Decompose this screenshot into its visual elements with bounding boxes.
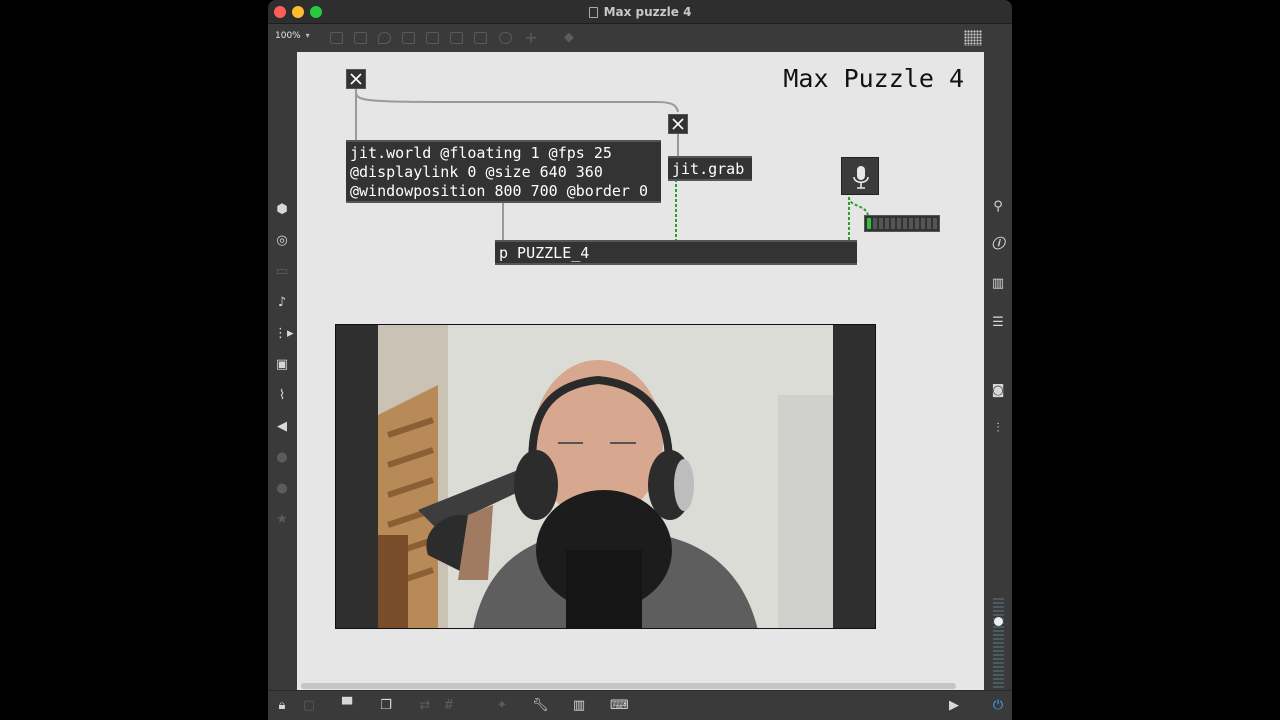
grid-icon[interactable]: #: [441, 698, 457, 714]
book-icon[interactable]: ▥: [990, 276, 1006, 292]
new-message-icon[interactable]: [354, 32, 367, 44]
new-dial-icon[interactable]: [499, 32, 512, 44]
add-object-icon[interactable]: +: [523, 30, 539, 46]
sequence-icon[interactable]: ⋮▸: [274, 326, 294, 342]
level-meter-fill: [867, 218, 873, 229]
volume-slider-knob[interactable]: [994, 617, 1003, 626]
presentation-icon[interactable]: ▢: [301, 698, 317, 714]
wrench-icon[interactable]: 🔧︎: [532, 698, 549, 714]
search-icon[interactable]: ⚲: [990, 199, 1006, 215]
keyboard-icon[interactable]: ⌨: [610, 698, 629, 714]
snap-icon[interactable]: ✦: [494, 698, 510, 714]
grab-toggle[interactable]: [668, 114, 688, 134]
ezadc-microphone-button[interactable]: [841, 157, 879, 195]
zoom-menu[interactable]: 100% ▾: [275, 31, 310, 41]
max-patcher-window: Max puzzle 4 100% ▾ + ◆ ⬢ ◎ ▭ ♪ ⋮▸ ▣ ⌇ ◀…: [268, 0, 1012, 720]
left-sidebar: ⬢ ◎ ▭ ♪ ⋮▸ ▣ ⌇ ◀ ● ● ★: [268, 52, 297, 690]
power-icon[interactable]: ⏻: [990, 698, 1006, 714]
puzzle-subpatcher-object[interactable]: p PUZZLE_4: [495, 240, 857, 265]
mixer-icon[interactable]: ⫶: [990, 421, 1006, 437]
new-button-icon[interactable]: [426, 32, 439, 44]
play-icon[interactable]: ▶: [946, 698, 962, 714]
horizontal-scrollbar-thumb[interactable]: [301, 683, 956, 689]
level-meter: [864, 215, 940, 232]
patcher-toolbar: 100% ▾ + ◆: [268, 24, 1012, 52]
webcam-image: [378, 325, 833, 628]
paint-bucket-icon[interactable]: ◆: [561, 30, 577, 46]
patchcord-toggle-to-grab-toggle: [355, 91, 679, 113]
vizzie-icon[interactable]: ●: [274, 450, 290, 466]
layers-icon[interactable]: ❐: [378, 698, 394, 714]
patch-canvas[interactable]: Max Puzzle 4 jit.world @floating 1 @fps …: [297, 52, 984, 720]
bottom-toolbar: 🔒︎ ▢ ▀ ❐ ⇄ # ✦ 🔧︎ ▥ ⌨ ▶ ⏻: [268, 690, 1012, 720]
paperclip-icon[interactable]: ⌇: [274, 388, 290, 404]
star-icon[interactable]: ★: [274, 512, 290, 528]
camera-icon[interactable]: ◙: [990, 383, 1006, 399]
list-icon[interactable]: ☰: [990, 315, 1006, 331]
title-bar: Max puzzle 4: [268, 0, 1012, 24]
jit-grab-object[interactable]: jit.grab: [668, 156, 752, 181]
volume-slider[interactable]: [993, 598, 1004, 690]
new-object-icon[interactable]: [330, 32, 343, 44]
microphone-icon: [853, 166, 869, 189]
sync-icon[interactable]: ⇄: [417, 698, 433, 714]
world-toggle[interactable]: [346, 69, 366, 89]
target-icon[interactable]: ◎: [274, 233, 290, 249]
new-slider-icon[interactable]: [450, 32, 463, 44]
panel-icon[interactable]: ▭: [274, 264, 290, 280]
image-icon[interactable]: ▣: [274, 357, 290, 373]
piano-icon[interactable]: ▥: [571, 698, 587, 714]
patchcord-mic-to-meter: [848, 196, 869, 216]
new-comment-icon[interactable]: [378, 32, 391, 44]
zoom-value: 100%: [275, 31, 301, 41]
lock-icon[interactable]: 🔒︎: [274, 698, 290, 714]
music-note-icon[interactable]: ♪: [274, 295, 290, 311]
package-icon[interactable]: ⬢: [274, 202, 290, 218]
jit-pwindow-video: [335, 324, 876, 629]
close-icon: [350, 73, 362, 85]
plug-icon[interactable]: ◀: [274, 419, 290, 435]
horizontal-scrollbar[interactable]: [297, 683, 984, 689]
window-title: Max puzzle 4: [603, 5, 692, 19]
new-toggle-icon[interactable]: [402, 32, 415, 44]
patch-title-comment: Max Puzzle 4: [783, 64, 964, 93]
beap-icon[interactable]: ●: [274, 481, 290, 497]
chevron-down-icon: ▾: [305, 31, 310, 40]
grid-view-icon[interactable]: [964, 30, 982, 46]
close-icon: [672, 118, 684, 130]
jit-world-object[interactable]: jit.world @floating 1 @fps 25 @displayli…: [346, 140, 661, 203]
comment-icon[interactable]: ▀: [339, 698, 355, 714]
info-icon[interactable]: ⓘ: [990, 237, 1006, 253]
window-title-group: Max puzzle 4: [268, 0, 1012, 24]
new-number-icon[interactable]: [474, 32, 487, 44]
right-sidebar: ⚲ ⓘ ▥ ☰ ◙ ⫶: [984, 52, 1012, 690]
document-icon: [588, 6, 598, 18]
